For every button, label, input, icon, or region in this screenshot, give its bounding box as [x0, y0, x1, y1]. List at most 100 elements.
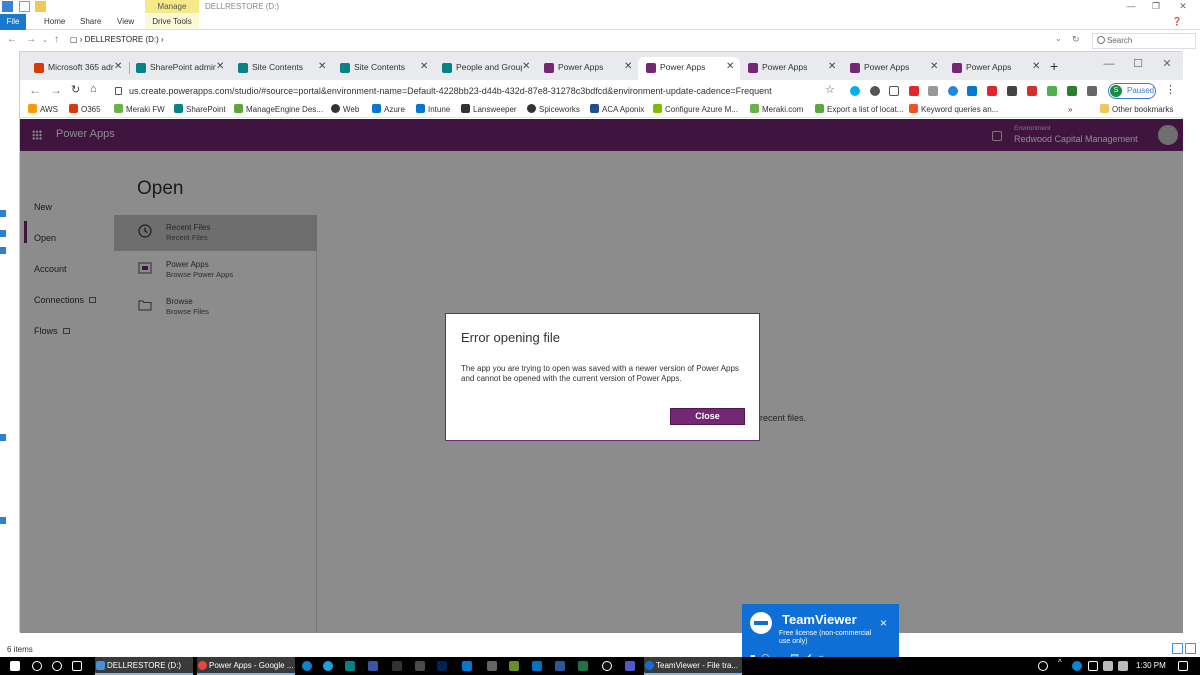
browser-tab[interactable]: Power Apps ✕ — [944, 57, 1046, 80]
lock-icon[interactable] — [115, 87, 122, 95]
tab-close-icon[interactable]: ✕ — [216, 61, 224, 72]
address-dropdown-icon[interactable]: ⌄ — [1055, 34, 1062, 43]
properties-icon[interactable] — [19, 1, 30, 12]
visio-icon[interactable] — [368, 661, 378, 671]
taskbar-clock[interactable]: 1:30 PM — [1136, 657, 1166, 675]
tab-close-icon[interactable]: ✕ — [624, 61, 632, 72]
browser-tab[interactable]: Power Apps ✕ — [536, 57, 638, 80]
tab-close-icon[interactable]: ✕ — [420, 61, 428, 72]
tab-close-icon[interactable]: ✕ — [828, 61, 836, 72]
task-view-icon[interactable] — [72, 661, 82, 671]
skype-extension-icon[interactable] — [850, 86, 860, 96]
bookmark-spiceworks[interactable]: Spiceworks — [527, 104, 580, 116]
bookmark-sharepoint[interactable]: SharePoint — [174, 104, 226, 116]
more-bookmarks-button[interactable]: » — [1068, 104, 1072, 116]
extension-icon[interactable] — [1027, 86, 1037, 96]
app-icon[interactable] — [509, 661, 519, 671]
wifi-icon[interactable] — [1088, 661, 1098, 671]
other-bookmarks[interactable]: Other bookmarks — [1100, 104, 1173, 116]
tab-close-icon[interactable]: ✕ — [1032, 61, 1040, 72]
browser-tab-active[interactable]: Power Apps ✕ — [638, 57, 740, 80]
recent-locations-icon[interactable]: ⌄ — [42, 36, 48, 44]
large-icons-view-button[interactable] — [1185, 643, 1196, 654]
minimize-icon[interactable]: — — [1120, 0, 1142, 14]
refresh-icon[interactable]: ↻ — [1072, 34, 1080, 45]
app-icon[interactable] — [602, 661, 612, 671]
menu-kebab-icon[interactable]: ⋮ — [1165, 83, 1176, 96]
search-icon[interactable] — [32, 661, 42, 671]
browser-tab[interactable]: Power Apps ✕ — [740, 57, 842, 80]
forward-arrow-icon[interactable]: → — [26, 34, 36, 45]
extension-icon[interactable] — [870, 86, 880, 96]
star-bookmark-icon[interactable]: ☆ — [825, 83, 835, 96]
tab-close-icon[interactable]: ✕ — [522, 61, 530, 72]
bookmark-lansweeper[interactable]: Lansweeper — [461, 104, 517, 116]
link-extension-icon[interactable] — [889, 86, 899, 96]
extension-icon[interactable] — [928, 86, 938, 96]
bookmark-meraki-fw[interactable]: Meraki FW — [114, 104, 165, 116]
ie-icon[interactable] — [323, 661, 333, 671]
address-bar[interactable]: us.create.powerapps.com/studio/#source=p… — [115, 83, 835, 99]
ribbon-tab-share[interactable]: Share — [80, 14, 101, 30]
shield-extension-icon[interactable] — [1067, 86, 1077, 96]
puzzle-extensions-icon[interactable] — [1087, 86, 1097, 96]
forward-arrow-icon[interactable]: → — [50, 83, 62, 97]
bookmark-manageengine[interactable]: ManageEngine Des... — [234, 104, 323, 116]
bookmark-web[interactable]: Web — [331, 104, 359, 116]
browser-tab[interactable]: Power Apps ✕ — [842, 57, 944, 80]
sharepoint-icon[interactable] — [345, 661, 355, 671]
tab-close-icon[interactable]: ✕ — [318, 61, 326, 72]
volume-icon[interactable] — [1103, 661, 1113, 671]
windows-start-icon[interactable] — [10, 661, 20, 671]
remote-desktop-icon[interactable] — [462, 661, 472, 671]
ribbon-tab-view[interactable]: View — [117, 14, 134, 30]
ribbon-tab-home[interactable]: Home — [44, 14, 65, 30]
taskbar-app-teamviewer[interactable]: TeamViewer - File tra... — [644, 657, 742, 675]
up-arrow-icon[interactable]: ↑ — [54, 34, 59, 45]
edge-icon[interactable] — [302, 661, 312, 671]
help-icon[interactable]: ❓ — [1172, 14, 1182, 30]
bookmark-meraki-com[interactable]: Meraki.com — [750, 104, 803, 116]
close-icon[interactable]: ✕ — [1156, 58, 1178, 72]
bookmark-configure-azure[interactable]: Configure Azure M... — [653, 104, 738, 116]
close-button[interactable]: Close — [670, 408, 745, 425]
bookmark-aca-aponix[interactable]: ACA Aponix — [590, 104, 644, 116]
terminal-icon[interactable] — [392, 661, 402, 671]
excel-icon[interactable] — [578, 661, 588, 671]
tray-chevron-icon[interactable]: ^ — [1058, 658, 1068, 668]
details-view-button[interactable] — [1172, 643, 1183, 654]
explorer-search-input[interactable]: Search DELLRESTORE... — [1092, 33, 1196, 59]
maximize-icon[interactable]: ☐ — [1127, 58, 1149, 72]
tab-close-icon[interactable]: ✕ — [726, 61, 734, 72]
outlook-icon[interactable] — [532, 661, 542, 671]
tab-close-icon[interactable]: ✕ — [930, 61, 938, 72]
reload-icon[interactable]: ↻ — [71, 83, 80, 96]
home-icon[interactable]: ⌂ — [90, 83, 97, 95]
close-icon[interactable]: ✕ — [1172, 0, 1194, 14]
notifications-icon[interactable] — [1178, 661, 1188, 671]
bookmark-export-list[interactable]: Export a list of locat... — [815, 104, 903, 116]
teamviewer-tray-icon[interactable] — [1118, 661, 1128, 671]
teamviewer-close-icon[interactable]: × — [880, 616, 887, 630]
new-tab-button[interactable]: + — [1050, 58, 1058, 74]
extension-icon[interactable] — [1047, 86, 1057, 96]
acrobat-extension-icon[interactable] — [987, 86, 997, 96]
bookmark-keyword-queries[interactable]: Keyword queries an... — [909, 104, 998, 116]
browser-tab[interactable]: SharePoint admin ✕ — [128, 57, 230, 80]
ribbon-tab-drive-tools[interactable]: Drive Tools — [145, 14, 199, 30]
powershell-icon[interactable] — [437, 661, 447, 671]
bookmark-o365[interactable]: O365 — [69, 104, 101, 116]
bookmark-aws[interactable]: AWS — [28, 104, 58, 116]
teams-icon[interactable] — [625, 661, 635, 671]
onedrive-icon[interactable] — [1072, 661, 1082, 671]
word-icon[interactable] — [555, 661, 565, 671]
windows-extension-icon[interactable] — [967, 86, 977, 96]
minimize-icon[interactable]: — — [1098, 58, 1120, 72]
bookmark-intune[interactable]: Intune — [416, 104, 450, 116]
people-icon[interactable] — [1038, 661, 1048, 671]
network-icon[interactable] — [415, 661, 425, 671]
restore-icon[interactable]: ❐ — [1145, 0, 1167, 14]
browser-tab[interactable]: Microsoft 365 admin ✕ — [26, 57, 128, 80]
calculator-icon[interactable] — [487, 661, 497, 671]
address-path[interactable]: ▢ › DELLRESTORE (D:) › — [70, 35, 164, 44]
